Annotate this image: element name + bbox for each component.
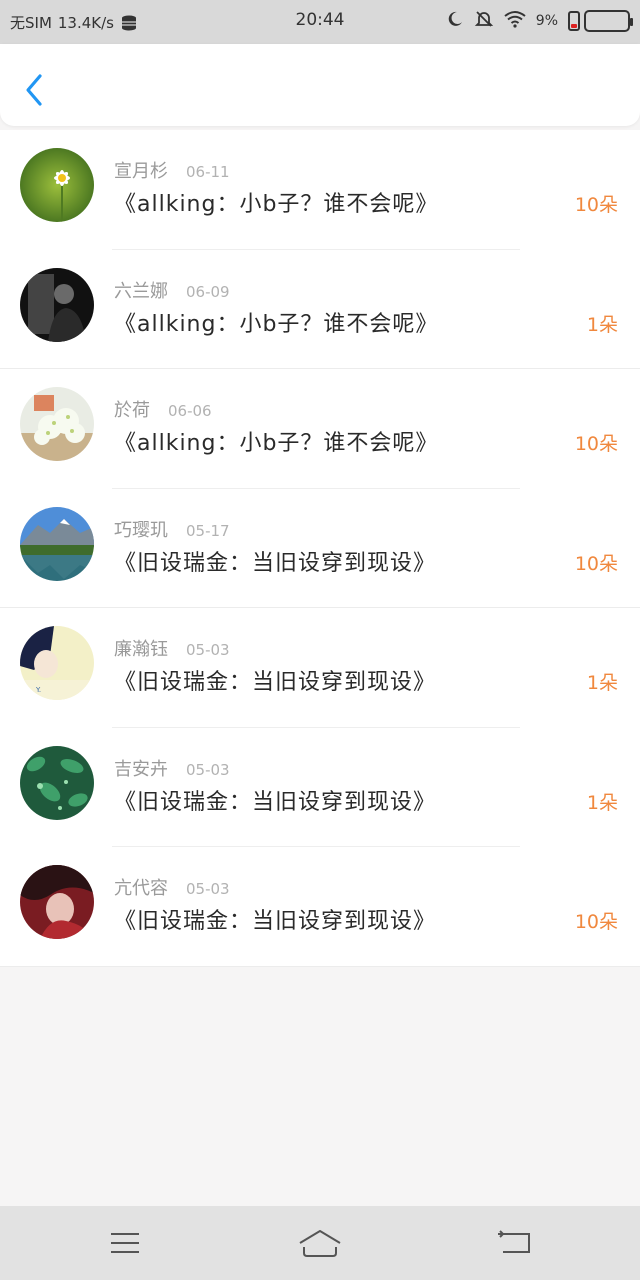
send-date: 05-03: [186, 880, 230, 898]
sender-line: 宣月杉 06-11: [114, 157, 230, 183]
sender-name: 吉安卉: [114, 758, 168, 780]
send-date: 06-09: [186, 282, 230, 301]
send-date: 06-11: [186, 163, 230, 181]
system-nav-bar: [0, 1206, 640, 1280]
list-item[interactable]: 吉安卉 05-03 《旧设瑞金：当旧设穿到现设》 1朵: [0, 728, 640, 847]
flower-count: 10朵: [574, 194, 618, 216]
avatar[interactable]: [20, 506, 94, 581]
flower-count: 1朵: [586, 672, 618, 694]
wifi-icon: [504, 10, 526, 32]
sender-line: 六兰娜 06-09: [114, 277, 230, 303]
list-item[interactable]: 宣月杉 06-11 《allking：小b子？谁不会呢》 10朵: [0, 130, 640, 250]
flower-count: 1朵: [586, 313, 618, 336]
back-icon: [498, 1230, 530, 1253]
send-date: 05-17: [186, 521, 230, 540]
avatar[interactable]: Y.: [20, 626, 94, 700]
top-navigation-bar: [0, 44, 640, 126]
flower-count: 10朵: [574, 911, 618, 933]
book-title: 《旧设瑞金：当旧设穿到现设》: [114, 670, 437, 695]
book-title: 《allking：小b子？谁不会呢》: [114, 311, 439, 337]
battery-icon: [568, 10, 633, 32]
home-icon: [299, 1230, 341, 1257]
sender-line: 廉瀚钰 05-03: [114, 635, 230, 661]
list-item[interactable]: 六兰娜 06-09 《allking：小b子？谁不会呢》 1朵: [0, 250, 640, 369]
sender-name: 宣月杉: [114, 161, 168, 182]
sender-name: 巧璎玑: [114, 519, 168, 541]
list-item[interactable]: 亢代容 05-03 《旧设瑞金：当旧设穿到现设》 10朵: [0, 847, 640, 967]
flower-count: 1朵: [586, 791, 618, 814]
bell-off-icon: [474, 9, 494, 33]
book-title: 《旧设瑞金：当旧设穿到现设》: [114, 550, 437, 576]
send-date: 06-06: [168, 402, 212, 420]
gift-record-list: 宣月杉 06-11 《allking：小b子？谁不会呢》 10朵 六兰娜 06-…: [0, 130, 640, 967]
book-title: 《allking：小b子？谁不会呢》: [114, 192, 439, 217]
avatar[interactable]: [20, 865, 94, 939]
menu-button[interactable]: [103, 1224, 147, 1262]
back-button[interactable]: [18, 70, 50, 110]
status-bar: 无SIM 13.4K/s 20:44 9%: [0, 0, 640, 44]
list-item[interactable]: Y. 廉瀚钰 05-03 《旧设瑞金：当旧设穿到现设》 1朵: [0, 608, 640, 728]
avatar[interactable]: [20, 148, 94, 222]
sender-line: 吉安卉 05-03: [114, 755, 230, 781]
sender-line: 巧璎玑 05-17: [114, 516, 230, 542]
menu-icon: [111, 1233, 139, 1253]
moon-icon: [446, 10, 464, 32]
battery-indicator: [568, 11, 580, 31]
flower-count: 10朵: [574, 552, 618, 575]
chevron-left-icon: [26, 74, 42, 106]
avatar[interactable]: [20, 387, 94, 461]
sender-line: 亢代容 05-03: [114, 874, 230, 900]
battery-percent: 9%: [535, 13, 558, 29]
avatar[interactable]: [20, 267, 94, 342]
sender-name: 於荷: [114, 400, 150, 421]
svg-text:Y.: Y.: [35, 686, 41, 694]
list-item[interactable]: 於荷 06-06 《allking：小b子？谁不会呢》 10朵: [0, 369, 640, 489]
sender-line: 於荷 06-06: [114, 396, 212, 422]
sender-name: 廉瀚钰: [114, 639, 168, 660]
book-title: 《旧设瑞金：当旧设穿到现设》: [114, 789, 437, 815]
flower-count: 10朵: [574, 433, 618, 455]
book-title: 《allking：小b子？谁不会呢》: [114, 431, 439, 456]
list-item[interactable]: 巧璎玑 05-17 《旧设瑞金：当旧设穿到现设》 10朵: [0, 489, 640, 608]
battery-frame: [584, 10, 633, 32]
home-button[interactable]: [298, 1224, 342, 1262]
back-nav-button[interactable]: [493, 1224, 537, 1262]
sender-name: 六兰娜: [114, 280, 168, 302]
sender-name: 亢代容: [114, 878, 168, 899]
send-date: 05-03: [186, 760, 230, 779]
divider: [0, 965, 640, 967]
avatar[interactable]: [20, 745, 94, 820]
book-title: 《旧设瑞金：当旧设穿到现设》: [114, 909, 437, 934]
send-date: 05-03: [186, 641, 230, 659]
status-right: 9%: [446, 9, 633, 33]
